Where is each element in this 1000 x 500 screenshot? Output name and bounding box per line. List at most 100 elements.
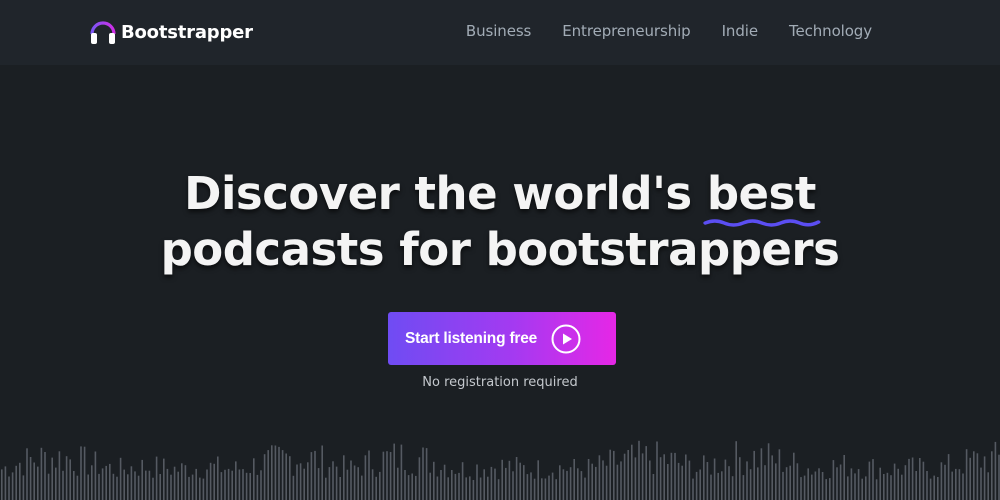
waveform-bar bbox=[717, 472, 719, 500]
waveform-bar bbox=[65, 456, 68, 500]
waveform-bar bbox=[555, 479, 557, 500]
waveform-bar bbox=[821, 472, 824, 500]
waveform-bar bbox=[577, 468, 579, 500]
nav-item-technology[interactable]: Technology bbox=[789, 22, 872, 40]
waveform-bar bbox=[472, 480, 475, 500]
waveform-bar bbox=[721, 471, 723, 500]
waveform-bar bbox=[944, 464, 946, 500]
waveform-bar bbox=[119, 457, 122, 500]
nav-item-business[interactable]: Business bbox=[466, 22, 531, 40]
waveform-bar bbox=[613, 450, 615, 500]
waveform-bar bbox=[209, 462, 212, 500]
waveform-bar bbox=[623, 453, 626, 500]
waveform-bar bbox=[397, 467, 399, 500]
waveform-bar bbox=[703, 455, 705, 500]
waveform-bar bbox=[58, 451, 61, 500]
hero-title-highlight-text: best bbox=[706, 167, 817, 220]
waveform-bar bbox=[897, 468, 899, 500]
waveform-bar bbox=[310, 452, 313, 500]
waveform-bar bbox=[371, 469, 374, 500]
waveform-bar bbox=[710, 474, 712, 500]
waveform-bar bbox=[224, 469, 226, 500]
audio-waveform-decoration bbox=[1, 440, 1000, 500]
waveform-bar bbox=[353, 465, 356, 500]
waveform-bar bbox=[685, 454, 687, 500]
waveform-bar bbox=[447, 477, 449, 500]
waveform-bar bbox=[980, 467, 982, 500]
waveform-bar bbox=[760, 448, 763, 500]
nav-item-indie[interactable]: Indie bbox=[722, 22, 758, 40]
waveform-bar bbox=[631, 444, 633, 500]
waveform-bar bbox=[854, 473, 856, 500]
waveform-bar bbox=[620, 461, 622, 500]
hero-title: Discover the world's best podcasts for b… bbox=[0, 166, 1000, 278]
hero-title-highlight: best bbox=[703, 166, 821, 227]
waveform-bar bbox=[800, 477, 802, 500]
waveform-bar bbox=[29, 457, 32, 500]
waveform-bar bbox=[11, 472, 14, 500]
waveform-bar bbox=[317, 468, 320, 500]
waveform-bar bbox=[191, 474, 194, 500]
waveform-bar bbox=[785, 467, 788, 500]
brand-logo-link[interactable]: Bootstrapper bbox=[88, 12, 253, 52]
waveform-bar bbox=[649, 460, 651, 500]
waveform-bar bbox=[335, 466, 338, 500]
waveform-bar bbox=[728, 466, 730, 500]
waveform-bar bbox=[901, 474, 903, 500]
waveform-bar bbox=[749, 469, 752, 500]
waveform-bar bbox=[904, 465, 907, 500]
waveform-bar bbox=[19, 462, 21, 500]
waveform-bar bbox=[724, 459, 727, 500]
waveform-bar bbox=[141, 459, 143, 500]
waveform-bar bbox=[890, 475, 892, 500]
waveform-bar bbox=[832, 460, 835, 500]
waveform-bar bbox=[134, 471, 136, 500]
headphones-icon bbox=[88, 16, 118, 48]
waveform-bar bbox=[15, 465, 17, 500]
play-circle-icon bbox=[551, 324, 581, 354]
waveform-bar bbox=[515, 457, 518, 500]
waveform-bar bbox=[436, 476, 439, 500]
waveform-bar bbox=[199, 477, 201, 500]
waveform-bar bbox=[163, 458, 165, 500]
waveform-bar bbox=[976, 453, 979, 500]
waveform-bar bbox=[886, 472, 889, 500]
waveform-bar bbox=[127, 474, 129, 500]
waveform-bar bbox=[26, 448, 28, 500]
waveform-bar bbox=[893, 463, 896, 500]
waveform-bar bbox=[667, 464, 669, 500]
waveform-bar bbox=[634, 457, 637, 500]
waveform-bar bbox=[922, 461, 925, 500]
waveform-bar bbox=[303, 468, 305, 500]
waveform-bar bbox=[609, 449, 611, 500]
waveform-bar bbox=[40, 447, 43, 500]
waveform-bar bbox=[627, 450, 629, 500]
waveform-bar bbox=[458, 472, 460, 500]
waveform-bar bbox=[865, 476, 867, 500]
waveform-bar bbox=[739, 457, 741, 500]
waveform-bar bbox=[116, 476, 118, 500]
waveform-bar bbox=[469, 476, 471, 500]
waveform-bar bbox=[451, 470, 453, 500]
waveform-bar bbox=[379, 471, 381, 500]
waveform-bar bbox=[220, 472, 223, 500]
nav-item-entrepreneurship[interactable]: Entrepreneurship bbox=[562, 22, 690, 40]
waveform-bar bbox=[173, 466, 176, 500]
waveform-bar bbox=[375, 476, 377, 500]
waveform-bar bbox=[645, 446, 647, 500]
waveform-bar bbox=[879, 467, 881, 500]
waveform-bar bbox=[861, 478, 863, 500]
waveform-bar bbox=[339, 477, 341, 500]
hero-title-line2-text: podcasts for bootstrappers bbox=[160, 223, 840, 276]
waveform-bar bbox=[325, 477, 327, 500]
waveform-bar bbox=[411, 473, 413, 500]
start-listening-button[interactable]: Start listening free bbox=[388, 312, 616, 365]
waveform-bar bbox=[803, 475, 806, 500]
waveform-bar bbox=[260, 470, 262, 500]
waveform-bar bbox=[461, 462, 464, 500]
waveform-bar bbox=[911, 457, 914, 500]
waveform-bar bbox=[73, 471, 75, 500]
waveform-bar bbox=[559, 465, 561, 500]
waveform-bar bbox=[4, 466, 7, 500]
waveform-bar bbox=[764, 465, 766, 500]
